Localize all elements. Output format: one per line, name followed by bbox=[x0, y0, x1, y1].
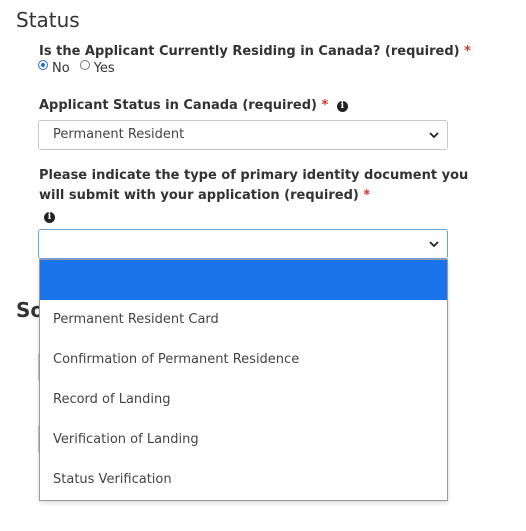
radio-no-label[interactable]: No bbox=[52, 61, 70, 76]
identity-document-select[interactable] bbox=[38, 229, 448, 259]
residing-question-text: Is the Applicant Currently Residing in C… bbox=[39, 44, 460, 59]
dropdown-option[interactable]: Permanent Resident Card bbox=[40, 300, 447, 340]
info-icon[interactable]: i bbox=[44, 212, 55, 223]
applicant-status-value: Permanent Resident bbox=[53, 127, 185, 142]
residing-radio-group: No Yes bbox=[38, 59, 125, 76]
applicant-status-select[interactable]: Permanent Resident bbox=[38, 120, 448, 150]
required-marker: * bbox=[464, 44, 471, 59]
identity-document-dropdown: Permanent Resident Card Confirmation of … bbox=[39, 259, 448, 501]
radio-no[interactable] bbox=[38, 59, 48, 70]
dropdown-option[interactable]: Status Verification bbox=[40, 460, 447, 500]
identity-document-label-line1: Please indicate the type of primary iden… bbox=[39, 168, 469, 183]
required-marker: * bbox=[321, 98, 329, 113]
dropdown-option[interactable]: Record of Landing bbox=[40, 380, 447, 420]
dropdown-option[interactable]: Verification of Landing bbox=[40, 420, 447, 460]
radio-yes-label[interactable]: Yes bbox=[94, 61, 115, 76]
identity-document-label-line2: will submit with your application (requi… bbox=[39, 188, 359, 203]
residing-question-label: Is the Applicant Currently Residing in C… bbox=[39, 42, 471, 62]
radio-yes[interactable] bbox=[79, 59, 90, 70]
applicant-status-text: Applicant Status in Canada (required) bbox=[39, 98, 317, 113]
dropdown-option[interactable]: Confirmation of Permanent Residence bbox=[40, 340, 447, 380]
applicant-status-label: Applicant Status in Canada (required) * … bbox=[39, 96, 348, 116]
identity-document-label: Please indicate the type of primary iden… bbox=[39, 166, 468, 206]
chevron-down-icon bbox=[429, 241, 439, 248]
chevron-down-icon bbox=[429, 132, 439, 139]
required-marker: * bbox=[363, 188, 371, 203]
section-title-status: Status bbox=[16, 8, 80, 32]
dropdown-option-blank[interactable] bbox=[40, 260, 447, 300]
info-icon[interactable]: i bbox=[336, 101, 348, 112]
